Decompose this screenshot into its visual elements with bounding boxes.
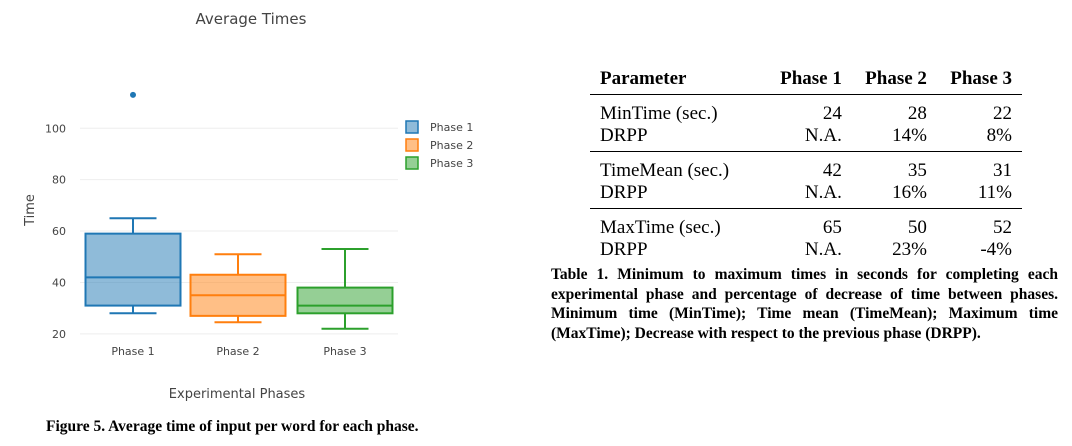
y-tick-label: 40 <box>52 276 66 289</box>
box-plot-chart: 20 40 60 80 100 Average Times Experimental Pha… <box>23 10 473 402</box>
y-tick-label: 100 <box>45 122 66 135</box>
table-row: MaxTime (sec.) 65 50 52 <box>590 209 1022 240</box>
table-header: Parameter Phase 1 Phase 2 Phase 3 <box>590 66 1022 95</box>
table-cell: 16% <box>892 182 927 203</box>
y-tick-label: 80 <box>52 174 66 187</box>
table-cell: DRPP <box>600 125 648 146</box>
table-cell: 52 <box>993 217 1012 238</box>
table-cell: 65 <box>822 217 842 238</box>
x-axis-label: Experimental Phases <box>169 387 306 402</box>
legend-swatch <box>405 138 419 152</box>
x-tick-label: Phase 2 <box>216 345 259 358</box>
table-cell: 23% <box>892 239 927 260</box>
x-tick-label: Phase 1 <box>111 345 154 358</box>
table-cell: 31 <box>993 160 1012 181</box>
table-cell: MaxTime (sec.) <box>600 217 721 238</box>
table-cell: 42 <box>822 160 842 181</box>
table-cell: 14% <box>892 125 927 146</box>
table-row: DRPP N.A. 14% 8% <box>590 125 1022 152</box>
table-row: TimeMean (sec.) 42 35 31 <box>590 152 1022 183</box>
legend-swatch <box>405 120 419 134</box>
legend-label: Phase 1 <box>430 121 473 134</box>
y-axis-label: Time <box>23 194 38 227</box>
table-header-cell: Parameter <box>600 68 687 89</box>
y-tick-label: 20 <box>52 328 66 341</box>
y-tick-label: 60 <box>52 225 66 238</box>
table-header-row: Parameter Phase 1 Phase 2 Phase 3 <box>590 66 1022 95</box>
table-row: MinTime (sec.) 24 28 22 <box>590 95 1022 126</box>
legend-swatch <box>405 156 419 170</box>
table-cell: DRPP <box>600 239 648 260</box>
outlier-point <box>130 91 136 98</box>
table-cell: 8% <box>986 125 1012 146</box>
table-cell: N.A. <box>804 182 842 203</box>
legend-label: Phase 3 <box>430 157 473 170</box>
table-row: DRPP N.A. 23% -4% <box>590 239 1022 265</box>
table-header-cell: Phase 1 <box>780 68 842 89</box>
chart-title: Average Times <box>196 10 307 28</box>
x-tick-label: Phase 3 <box>323 345 366 358</box>
table-cell: -4% <box>980 239 1012 260</box>
results-table-container: Parameter Phase 1 Phase 2 Phase 3 MinTime (… <box>590 66 1022 265</box>
table-cell: 24 <box>822 103 842 124</box>
legend-label: Phase 2 <box>430 139 473 152</box>
table-cell: N.A. <box>804 125 842 146</box>
table-header-cell: Phase 3 <box>950 68 1012 89</box>
table-cell: 11% <box>977 182 1012 203</box>
table-cell: TimeMean (sec.) <box>600 160 730 181</box>
table-body: MinTime (sec.) 24 28 22 DRPP N.A. 14% 8% TimeMea… <box>590 95 1022 266</box>
table-cell: 50 <box>907 217 927 238</box>
table-row: DRPP N.A. 16% 11% <box>590 182 1022 209</box>
figure-caption: Figure 5. Average time of input per word… <box>46 418 419 435</box>
table-cell: 22 <box>993 103 1012 124</box>
box <box>84 232 182 307</box>
table-cell: 35 <box>907 160 927 181</box>
table-cell: DRPP <box>600 182 648 203</box>
results-table: Parameter Phase 1 Phase 2 Phase 3 MinTime (… <box>590 66 1022 265</box>
table-header-cell: Phase 2 <box>865 68 927 89</box>
table-caption: Table 1. Minimum to maximum times in sec… <box>551 266 1058 342</box>
box <box>296 286 394 315</box>
table-cell: N.A. <box>804 239 842 260</box>
table-cell: MinTime (sec.) <box>600 103 718 124</box>
table-cell: 28 <box>907 103 927 124</box>
